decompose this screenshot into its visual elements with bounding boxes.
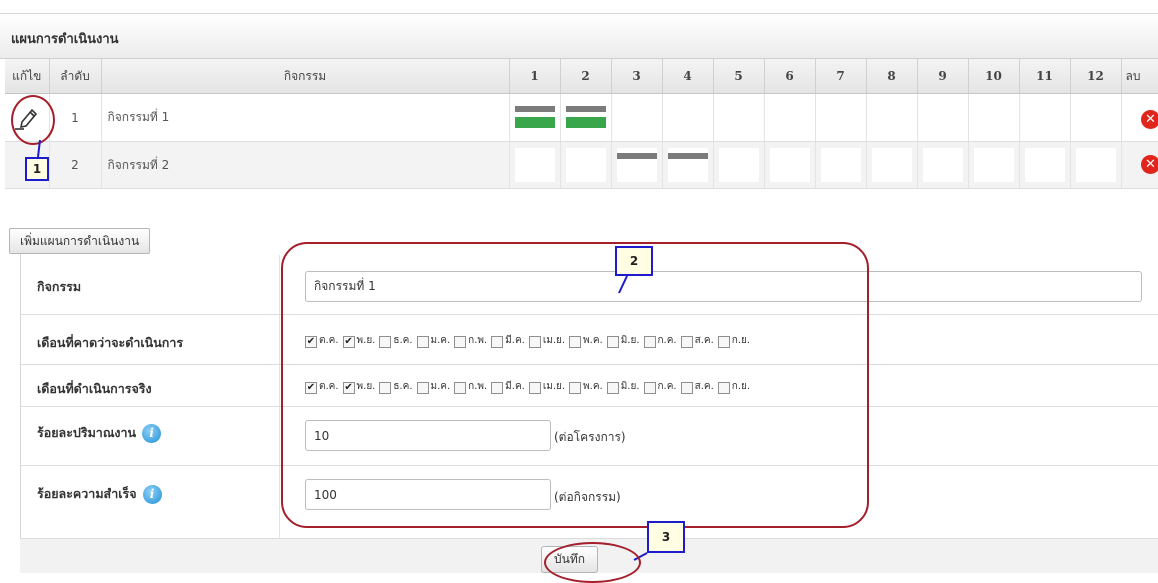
annotation-callout-2: 2 — [615, 246, 653, 276]
annotation-rounded-box-2 — [281, 242, 869, 528]
annotation-callout-3: 3 — [647, 521, 685, 553]
annotation-callout-1: 1 — [25, 157, 49, 181]
annotation-ellipse-3 — [544, 542, 641, 583]
